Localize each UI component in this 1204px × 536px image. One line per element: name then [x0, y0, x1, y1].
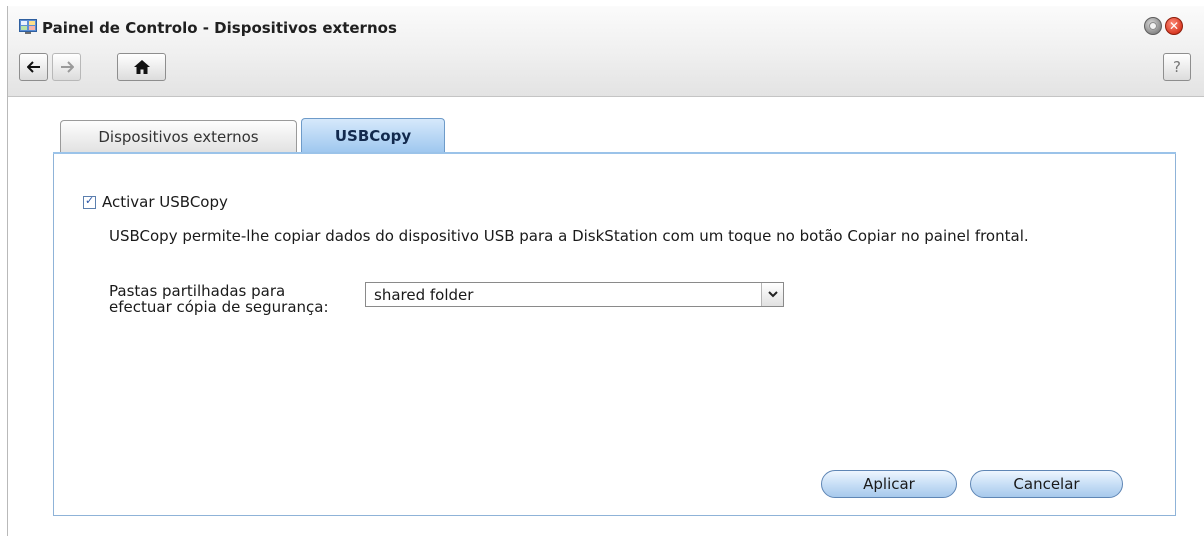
minimize-icon[interactable] [1144, 17, 1162, 35]
home-icon [133, 60, 150, 74]
cancel-button[interactable]: Cancelar [970, 470, 1123, 498]
back-arrow-icon [26, 61, 40, 73]
forward-arrow-icon [60, 61, 74, 73]
shared-folder-select[interactable]: shared folder [365, 282, 784, 307]
shared-folder-value: shared folder [374, 286, 474, 304]
tab-usbcopy[interactable]: USBCopy [301, 118, 445, 152]
enable-usbcopy-checkbox[interactable] [83, 194, 96, 209]
window-title: Painel de Controlo - Dispositivos extern… [42, 19, 397, 37]
apply-button[interactable]: Aplicar [821, 470, 957, 498]
home-button[interactable] [117, 53, 166, 81]
window-header: Painel de Controlo - Dispositivos extern… [8, 6, 1204, 97]
control-panel-icon [19, 19, 37, 34]
back-button[interactable] [19, 53, 48, 81]
shared-folder-label: Pastas partilhadas para efectuar cópia d… [109, 282, 329, 316]
help-button[interactable]: ? [1163, 53, 1191, 81]
control-panel-window: Painel de Controlo - Dispositivos extern… [7, 6, 1204, 536]
usbcopy-description: USBCopy permite-lhe copiar dados do disp… [109, 227, 1029, 245]
tab-dispositivos-externos[interactable]: Dispositivos externos [60, 120, 297, 152]
close-icon[interactable]: ✕ [1165, 17, 1183, 35]
enable-usbcopy-label[interactable]: Activar USBCopy [102, 193, 228, 211]
chevron-down-icon[interactable] [761, 283, 783, 306]
forward-button[interactable] [52, 53, 81, 81]
close-glyph: ✕ [1168, 19, 1180, 33]
